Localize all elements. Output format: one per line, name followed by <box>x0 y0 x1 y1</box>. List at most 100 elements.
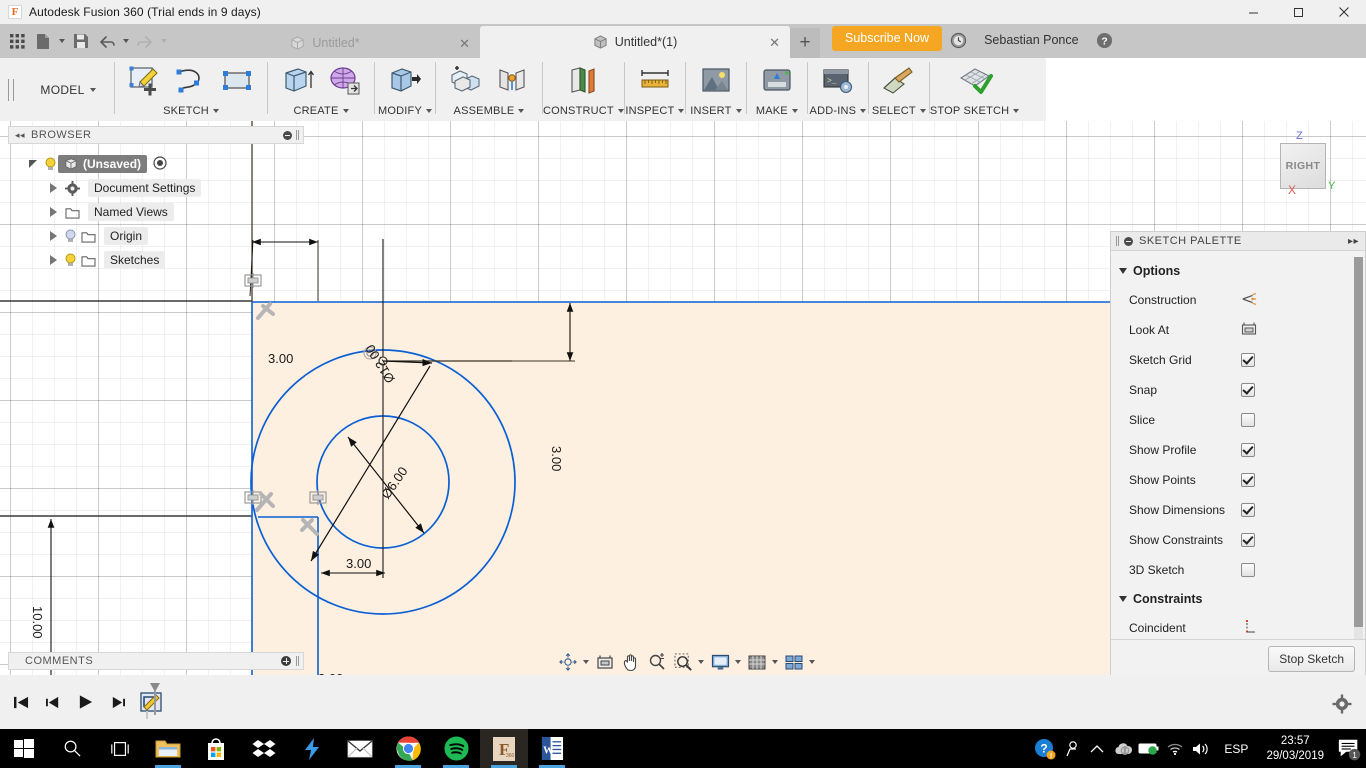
new-file-caret-icon[interactable] <box>56 26 68 56</box>
clock-icon[interactable] <box>942 27 974 53</box>
dim-text-top-horizontal[interactable]: 3.00 <box>268 351 293 366</box>
microsoft-store-button[interactable] <box>192 729 240 768</box>
undo-icon[interactable] <box>94 26 120 56</box>
create-sketch-icon[interactable] <box>123 60 167 102</box>
slice-checkbox[interactable] <box>1241 413 1255 427</box>
tree-node-unsaved[interactable]: (Unsaved) <box>8 152 304 176</box>
expand-arrow-icon[interactable] <box>49 231 57 241</box>
expand-arrow-icon[interactable] <box>49 255 57 265</box>
palette-row-coincident[interactable]: Coincident <box>1111 613 1365 639</box>
palette-row-show-constraints[interactable]: Show Constraints <box>1111 525 1365 555</box>
workspace-switcher[interactable]: MODEL <box>22 58 114 121</box>
ribbon-grip[interactable] <box>0 58 22 121</box>
activate-component-radio[interactable] <box>153 155 167 173</box>
visibility-bulb-icon[interactable] <box>62 229 78 244</box>
orbit-button[interactable] <box>556 650 591 674</box>
lightshot-button[interactable] <box>288 729 336 768</box>
timeline-play-button[interactable] <box>74 690 96 714</box>
zoom-window-button[interactable] <box>671 650 706 674</box>
dim-text-bottom-horizontal[interactable]: 3.00 <box>346 556 371 571</box>
timeline-sketch-feature[interactable] <box>140 683 182 721</box>
ribbon-group-label-inspect[interactable]: INSPECT <box>625 103 685 119</box>
palette-scrollbar-thumb[interactable] <box>1354 257 1363 627</box>
clock[interactable]: 23:57 29/03/2019 <box>1258 734 1332 764</box>
snap-checkbox[interactable] <box>1241 383 1255 397</box>
redo-caret-icon[interactable] <box>158 26 170 56</box>
show-profile-checkbox[interactable] <box>1241 443 1255 457</box>
tab-close-icon[interactable]: ✕ <box>769 36 780 49</box>
orbit-caret-icon[interactable] <box>580 660 591 664</box>
file-explorer-button[interactable] <box>144 729 192 768</box>
new-tab-button[interactable]: + <box>790 28 820 58</box>
select-icon[interactable] <box>877 60 921 102</box>
look-at-icon[interactable] <box>1241 321 1257 339</box>
coincident-constraint-icon[interactable] <box>1241 619 1257 638</box>
stop-sketch-icon[interactable] <box>953 60 997 102</box>
palette-row-construction[interactable]: Construction <box>1111 285 1365 315</box>
3d-print-icon[interactable] <box>755 60 799 102</box>
palette-row-show-points[interactable]: Show Points <box>1111 465 1365 495</box>
ribbon-group-label-make[interactable]: MAKE <box>756 103 798 119</box>
people-icon[interactable] <box>1058 729 1084 768</box>
ribbon-group-label-addins[interactable]: ADD-INS <box>810 103 867 119</box>
viewports-button[interactable] <box>782 650 817 674</box>
expand-arrow-icon[interactable] <box>29 160 37 168</box>
chrome-button[interactable] <box>384 729 432 768</box>
palette-minimize-icon[interactable] <box>1124 236 1133 246</box>
palette-row-snap[interactable]: Snap <box>1111 375 1365 405</box>
section-collapse-icon[interactable] <box>1119 268 1127 274</box>
create-form-icon[interactable] <box>322 60 366 102</box>
spline-icon[interactable] <box>169 60 213 102</box>
measure-icon[interactable] <box>633 60 677 102</box>
ribbon-group-label-assemble[interactable]: ASSEMBLE <box>454 103 525 119</box>
tab-close-icon[interactable]: ✕ <box>459 37 470 50</box>
joint-icon[interactable] <box>490 60 534 102</box>
ribbon-group-label-sketch[interactable]: SKETCH <box>163 103 219 119</box>
search-button[interactable] <box>48 729 96 768</box>
language-indicator[interactable]: ESP <box>1214 742 1258 756</box>
dim-text-left-vertical[interactable]: 10.00 <box>30 606 45 639</box>
show-dimensions-checkbox[interactable] <box>1241 503 1255 517</box>
tree-node-label[interactable]: Document Settings <box>88 179 202 197</box>
constraint-icon-horizontal-1[interactable] <box>243 271 263 291</box>
viewports-caret-icon[interactable] <box>806 660 817 664</box>
stop-sketch-button[interactable]: Stop Sketch <box>1268 645 1355 672</box>
timeline-step-forward-button[interactable] <box>106 690 128 714</box>
tree-node-label[interactable]: Origin <box>104 227 149 245</box>
fusion360-button[interactable]: F 360 <box>480 729 528 768</box>
tab-untitled[interactable]: Untitled* ✕ <box>170 28 480 58</box>
timeline-step-back-button[interactable] <box>42 690 64 714</box>
tree-node-origin[interactable]: Origin <box>8 224 304 248</box>
view-cube-face[interactable]: RIGHT <box>1280 143 1326 189</box>
save-icon[interactable] <box>68 26 94 56</box>
tree-node-sketches[interactable]: Sketches <box>8 248 304 272</box>
insert-image-icon[interactable] <box>694 60 738 102</box>
comments-grip-icon[interactable] <box>296 656 299 666</box>
help-icon[interactable]: ? ! <box>1032 729 1058 768</box>
ribbon-group-label-create[interactable]: CREATE <box>293 103 349 119</box>
new-file-icon[interactable] <box>30 26 56 56</box>
ribbon-group-label-modify[interactable]: MODIFY <box>378 103 432 119</box>
palette-section-options[interactable]: Options <box>1111 257 1365 285</box>
zoom-window-icon[interactable] <box>671 651 695 673</box>
user-name-label[interactable]: Sebastian Ponce <box>974 33 1089 47</box>
offset-plane-icon[interactable] <box>561 60 605 102</box>
ribbon-group-label-stop-sketch[interactable]: STOP SKETCH <box>930 103 1020 119</box>
ribbon-group-label-construct[interactable]: CONSTRUCT <box>543 103 624 119</box>
close-button[interactable] <box>1321 0 1366 24</box>
new-component-icon[interactable] <box>444 60 488 102</box>
palette-row-look-at[interactable]: Look At <box>1111 315 1365 345</box>
construction-icon[interactable] <box>1241 292 1257 309</box>
show-points-checkbox[interactable] <box>1241 473 1255 487</box>
palette-row-3d-sketch[interactable]: 3D Sketch <box>1111 555 1365 585</box>
show-constraints-checkbox[interactable] <box>1241 533 1255 547</box>
notifications-button[interactable]: 1 <box>1332 729 1366 768</box>
maximize-button[interactable] <box>1276 0 1321 24</box>
grid-snaps-caret-icon[interactable] <box>769 660 780 664</box>
rectangle-icon[interactable] <box>215 60 259 102</box>
grid-snaps-icon[interactable] <box>745 651 769 673</box>
timeline-go-start-button[interactable] <box>10 690 32 714</box>
browser-collapse-icon[interactable]: ◂◂ <box>9 130 31 141</box>
onedrive-icon[interactable] <box>1110 729 1136 768</box>
wifi-icon[interactable] <box>1162 729 1188 768</box>
